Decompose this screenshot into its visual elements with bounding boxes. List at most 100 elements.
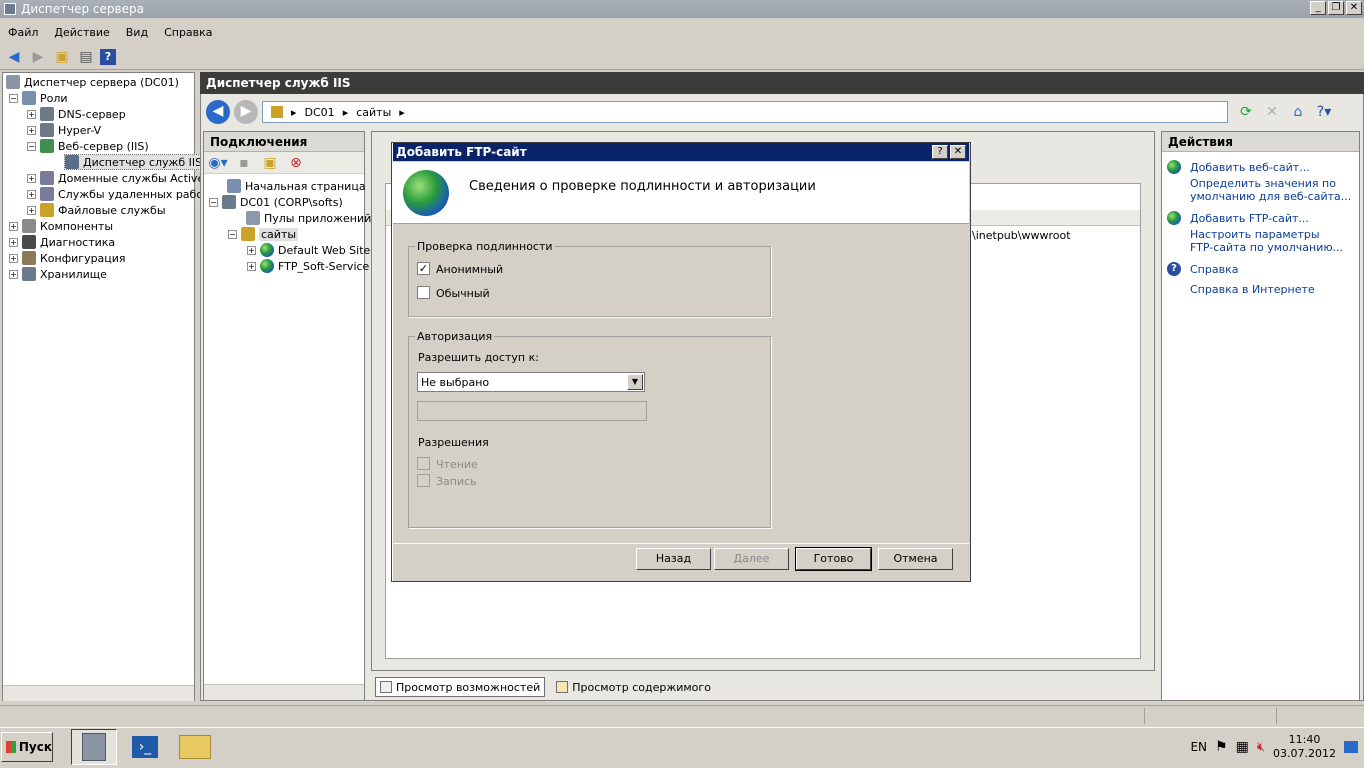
- conn-app-pools[interactable]: Пулы приложений: [246, 210, 371, 226]
- help-icon[interactable]: ?: [100, 48, 116, 65]
- expand-icon[interactable]: +: [9, 253, 18, 263]
- taskbar-powershell[interactable]: ›_: [122, 729, 168, 765]
- disconnect-icon[interactable]: ⊗: [286, 153, 306, 173]
- home-icon[interactable]: ⌂: [1288, 102, 1308, 122]
- up-level-icon[interactable]: ▣: [260, 153, 280, 173]
- collapse-icon[interactable]: −: [27, 141, 36, 151]
- up-folder-icon[interactable]: ▣: [52, 47, 72, 67]
- connect-icon[interactable]: ◉▾: [208, 153, 228, 173]
- back-arrow-icon[interactable]: ◀: [4, 47, 24, 67]
- tree-item-components[interactable]: + Компоненты: [9, 218, 113, 234]
- tree-item-diagnostics[interactable]: + Диагностика: [9, 234, 115, 250]
- stop-icon[interactable]: ✕: [1262, 102, 1282, 122]
- flag-icon[interactable]: ⚑: [1215, 739, 1228, 755]
- back-button[interactable]: Назад: [636, 548, 711, 570]
- expand-icon[interactable]: +: [27, 109, 36, 119]
- expand-icon[interactable]: +: [27, 189, 36, 199]
- action-add-website[interactable]: Добавить веб-сайт...: [1190, 161, 1310, 174]
- help-dropdown-icon[interactable]: ?▾: [1314, 102, 1334, 122]
- anonymous-checkbox[interactable]: ✓: [417, 262, 430, 275]
- basic-checkbox[interactable]: [417, 286, 430, 299]
- expand-icon[interactable]: +: [247, 245, 256, 255]
- file-services-icon: [40, 203, 54, 217]
- path-separator-icon: ▸: [291, 105, 297, 119]
- chevron-down-icon[interactable]: ▼: [627, 374, 643, 390]
- taskbar-explorer[interactable]: [172, 729, 218, 765]
- tab-content-view[interactable]: Просмотр содержимого: [551, 677, 716, 697]
- tree-item-web-server[interactable]: − Веб-сервер (IIS): [27, 138, 149, 154]
- tree-item-storage[interactable]: + Хранилище: [9, 266, 107, 282]
- expand-icon[interactable]: +: [9, 221, 18, 231]
- dialog-close-button[interactable]: ✕: [950, 145, 966, 159]
- conn-ftp-site[interactable]: + FTP_Soft-Service: [247, 258, 369, 274]
- content-view-icon: [556, 681, 569, 693]
- conn-start-page[interactable]: Начальная страница: [227, 178, 366, 194]
- expand-icon[interactable]: +: [9, 269, 18, 279]
- conn-default-site[interactable]: + Default Web Site: [247, 242, 370, 258]
- tree-item-rds[interactable]: + Службы удаленных рабоч: [27, 186, 210, 202]
- expand-icon[interactable]: +: [27, 173, 36, 183]
- tree-item-hyperv[interactable]: + Hyper-V: [27, 122, 101, 138]
- users-field: [417, 401, 647, 421]
- minimize-button[interactable]: _: [1310, 1, 1326, 15]
- save-icon[interactable]: ▪: [234, 153, 254, 173]
- expand-icon[interactable]: +: [247, 261, 256, 271]
- path-sites[interactable]: сайты: [356, 106, 391, 119]
- collapse-icon[interactable]: −: [209, 197, 218, 207]
- dialog-heading: Сведения о проверке подлинности и автори…: [469, 179, 816, 194]
- finish-button[interactable]: Готово: [795, 547, 872, 571]
- dialog-help-button[interactable]: ?: [932, 145, 948, 159]
- network-icon[interactable]: ▦: [1236, 739, 1249, 755]
- path-separator-icon: ▸: [399, 105, 405, 119]
- rds-icon: [40, 187, 54, 201]
- tab-features-view[interactable]: Просмотр возможностей: [375, 677, 546, 697]
- tree-horizontal-scrollbar[interactable]: [3, 685, 194, 701]
- action-website-defaults-line2[interactable]: умолчанию для веб-сайта...: [1190, 190, 1351, 203]
- basic-label: Обычный: [436, 287, 490, 300]
- forward-arrow-icon[interactable]: ▶: [28, 47, 48, 67]
- start-button[interactable]: Пуск: [1, 732, 53, 762]
- menu-action[interactable]: Действие: [46, 26, 117, 39]
- tree-item-roles[interactable]: − Роли: [9, 90, 68, 106]
- taskbar-server-manager[interactable]: [71, 729, 117, 765]
- address-path[interactable]: ▸ DC01 ▸ сайты ▸: [262, 101, 1228, 123]
- menu-help[interactable]: Справка: [156, 26, 220, 39]
- action-website-defaults-line1[interactable]: Определить значения по: [1190, 177, 1336, 190]
- language-indicator[interactable]: EN: [1190, 740, 1207, 754]
- expand-icon[interactable]: +: [27, 205, 36, 215]
- allow-access-select[interactable]: Не выбрано ▼: [417, 372, 645, 392]
- action-ftp-defaults-line2[interactable]: FTP-сайта по умолчанию...: [1190, 241, 1343, 254]
- expand-icon[interactable]: +: [9, 237, 18, 247]
- tree-item-ad[interactable]: + Доменные службы Active: [27, 170, 204, 186]
- write-label: Запись: [436, 475, 477, 488]
- action-help[interactable]: Справка: [1190, 263, 1238, 276]
- action-online-help[interactable]: Справка в Интернете: [1190, 283, 1315, 296]
- menu-file[interactable]: Файл: [0, 26, 46, 39]
- menu-view[interactable]: Вид: [118, 26, 156, 39]
- close-button[interactable]: ✕: [1346, 1, 1362, 15]
- action-ftp-defaults-line1[interactable]: Настроить параметры: [1190, 228, 1320, 241]
- restore-button[interactable]: ❐: [1328, 1, 1344, 15]
- add-site-icon: [1167, 160, 1181, 174]
- conn-server[interactable]: − DC01 (CORP\softs): [209, 194, 343, 210]
- cancel-button[interactable]: Отмена: [878, 548, 953, 570]
- tree-item-root[interactable]: Диспетчер сервера (DC01): [6, 74, 179, 90]
- collapse-icon[interactable]: −: [228, 229, 237, 239]
- clock[interactable]: 11:40 03.07.2012: [1273, 733, 1336, 761]
- collapse-icon[interactable]: −: [9, 93, 18, 103]
- show-desktop-icon[interactable]: [1344, 741, 1358, 753]
- tree-item-iis[interactable]: Диспетчер служб IIS: [64, 154, 206, 170]
- conn-sites[interactable]: − сайты: [228, 226, 299, 242]
- path-server[interactable]: DC01: [305, 106, 335, 119]
- show-hide-tree-icon[interactable]: ▤: [76, 47, 96, 67]
- volume-muted-icon[interactable]: 🔇︎: [1257, 740, 1265, 755]
- tree-item-dns[interactable]: + DNS-сервер: [27, 106, 126, 122]
- connections-horizontal-scrollbar[interactable]: [204, 684, 364, 700]
- refresh-icon[interactable]: ⟳: [1236, 102, 1256, 122]
- nav-back-icon[interactable]: ◀: [206, 100, 230, 124]
- tree-item-configuration[interactable]: + Конфигурация: [9, 250, 126, 266]
- nav-forward-icon[interactable]: ▶: [234, 100, 258, 124]
- tree-item-file-services[interactable]: + Файловые службы: [27, 202, 166, 218]
- action-add-ftp[interactable]: Добавить FTP-сайт...: [1190, 212, 1309, 225]
- expand-icon[interactable]: +: [27, 125, 36, 135]
